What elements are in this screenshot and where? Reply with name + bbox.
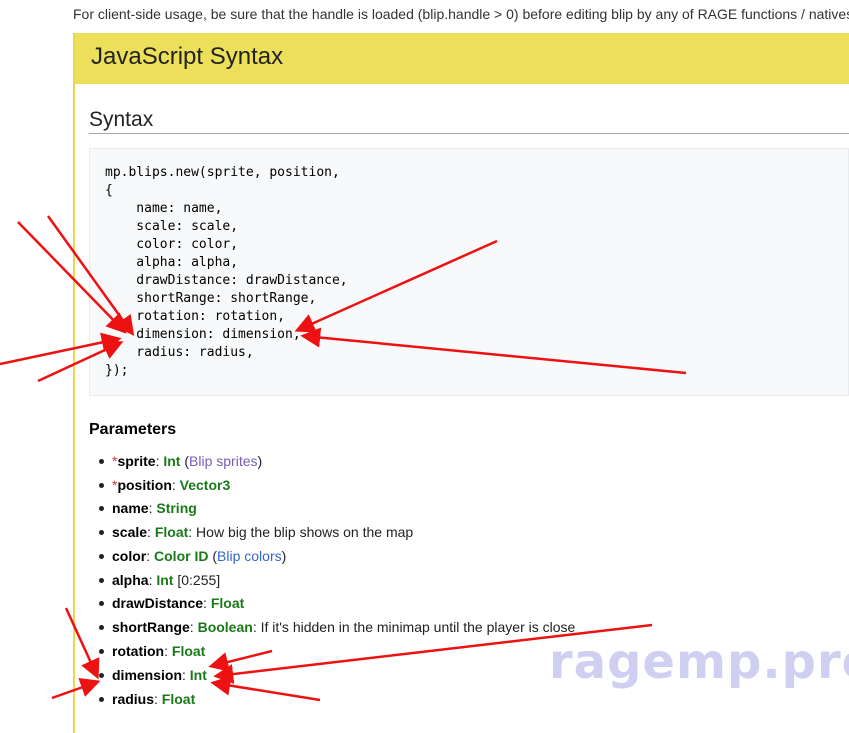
- param-drawdistance: drawDistance: Float: [98, 593, 245, 613]
- code-line: {: [105, 183, 113, 198]
- param-name: rotation: [112, 643, 165, 659]
- param-type: String: [156, 500, 197, 516]
- param-color: color: Color ID (Blip colors): [98, 546, 287, 566]
- param-sprite: *sprite: Int (Blip sprites): [98, 451, 263, 471]
- box-title: JavaScript Syntax: [91, 43, 284, 70]
- code-line: dimension: dimension,: [105, 327, 301, 342]
- paren-open: (: [180, 453, 190, 469]
- param-name: shortRange: [112, 619, 190, 635]
- code-line: color: color,: [105, 237, 239, 252]
- param-shortrange: shortRange: Boolean: If it's hidden in t…: [98, 617, 576, 637]
- paren-close: ): [281, 548, 287, 564]
- code-line: scale: scale,: [105, 219, 239, 234]
- param-type: Float: [210, 595, 245, 611]
- separator: :: [146, 548, 155, 564]
- separator: :: [182, 667, 190, 683]
- param-type: Int: [189, 667, 207, 683]
- code-block: mp.blips.new(sprite, position, { name: n…: [89, 148, 849, 396]
- param-radius: radius: Float: [98, 689, 196, 709]
- param-name: position: [117, 477, 172, 493]
- paren-close: ): [257, 453, 263, 469]
- param-description: [0:255]: [173, 572, 221, 588]
- param-name: scale: [112, 524, 148, 540]
- box-header: JavaScript Syntax: [75, 33, 849, 84]
- code-line: });: [105, 363, 129, 378]
- param-name: dimension: [112, 667, 183, 683]
- param-name: alpha: [112, 572, 149, 588]
- param-name: drawDistance: [112, 595, 204, 611]
- param-name: name: [112, 500, 149, 516]
- code-line: rotation: rotation,: [105, 309, 286, 324]
- param-name-item: name: String: [99, 498, 197, 518]
- separator: :: [189, 619, 198, 635]
- syntax-heading: Syntax: [89, 108, 154, 131]
- paren-open: (: [208, 548, 218, 564]
- blip-sprites-link[interactable]: Blip sprites: [189, 453, 257, 469]
- separator: :: [203, 595, 211, 611]
- param-type: Float: [171, 643, 206, 659]
- blip-colors-link[interactable]: Blip colors: [217, 548, 282, 564]
- separator: :: [164, 643, 172, 659]
- code-line: mp.blips.new(sprite, position,: [105, 165, 340, 180]
- section-divider: [89, 133, 849, 134]
- param-type: Color ID: [154, 548, 209, 564]
- param-type: Int: [163, 453, 181, 469]
- param-name: color: [112, 548, 147, 564]
- param-type: Float: [154, 524, 189, 540]
- code-line: name: name,: [105, 201, 223, 216]
- param-type: Int: [156, 572, 174, 588]
- param-description: : How big the blip shows on the map: [188, 524, 414, 540]
- param-name: radius: [112, 691, 155, 707]
- separator: :: [171, 477, 180, 493]
- parameters-heading: Parameters: [89, 421, 177, 438]
- intro-text: For client-side usage, be sure that the …: [73, 6, 849, 22]
- param-description: : If it's hidden in the minimap until th…: [252, 619, 576, 635]
- param-dimension: dimension: Int: [99, 665, 207, 685]
- param-alpha: alpha: Int [0:255]: [98, 570, 221, 590]
- param-type: Boolean: [197, 619, 253, 635]
- watermark: ragemp.pro: [549, 634, 849, 690]
- code-line: shortRange: shortRange,: [105, 291, 317, 306]
- param-scale: scale: Float: How big the blip shows on …: [98, 522, 414, 542]
- code-line: drawDistance: drawDistance,: [105, 273, 348, 288]
- param-name: sprite: [117, 453, 156, 469]
- separator: :: [154, 691, 162, 707]
- separator: :: [147, 524, 155, 540]
- param-type: Vector3: [179, 477, 231, 493]
- param-type: Float: [161, 691, 196, 707]
- param-position: *position: Vector3: [98, 475, 231, 495]
- code-line: radius: radius,: [105, 345, 254, 360]
- code-line: alpha: alpha,: [105, 255, 239, 270]
- param-rotation: rotation: Float: [98, 641, 206, 661]
